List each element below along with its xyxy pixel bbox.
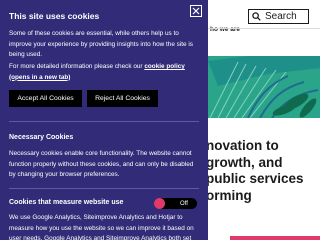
close-icon <box>192 7 200 15</box>
search-button[interactable]: Search <box>248 9 309 24</box>
hero-heading-line: novation to <box>206 138 279 153</box>
toggle-knob <box>154 198 165 209</box>
measure-cookies-heading: Cookies that measure website use <box>9 199 124 206</box>
cookie-policy-text: For more detailed information please che… <box>9 62 199 83</box>
header-divider <box>208 28 320 29</box>
hero-heading-line: orming <box>206 187 252 203</box>
accept-all-cookies-button[interactable]: Accept All Cookies <box>9 90 82 107</box>
hero-heading-line: growth, and <box>206 154 283 170</box>
cookie-policy-prefix: For more detailed information please che… <box>9 63 145 70</box>
hero-heading: novation to growth, and public services … <box>206 138 320 204</box>
cookie-consent-panel: This site uses cookies Some of these coo… <box>0 0 208 240</box>
section-divider <box>9 121 199 122</box>
measure-cookies-toggle[interactable]: Off <box>154 198 197 209</box>
cookie-intro-text: Some of these cookies are essential, whi… <box>9 30 194 58</box>
search-icon <box>252 12 261 21</box>
toggle-state-label: Off <box>180 200 188 207</box>
hero-image <box>208 56 320 118</box>
hero-heading-line: public services <box>206 171 304 186</box>
cookie-panel-title: This site uses cookies <box>9 11 100 21</box>
reject-all-cookies-button[interactable]: Reject All Cookies <box>87 90 158 107</box>
decorative-strip <box>230 236 320 240</box>
necessary-cookies-text: Necessary cookies enable core functional… <box>9 150 194 178</box>
close-button[interactable] <box>190 5 202 17</box>
necessary-cookies-heading: Necessary Cookies <box>9 134 74 141</box>
measure-cookies-text: We use Google Analytics, Siteimprove Ana… <box>9 214 194 240</box>
search-label: Search <box>265 11 297 22</box>
section-divider <box>9 188 199 189</box>
